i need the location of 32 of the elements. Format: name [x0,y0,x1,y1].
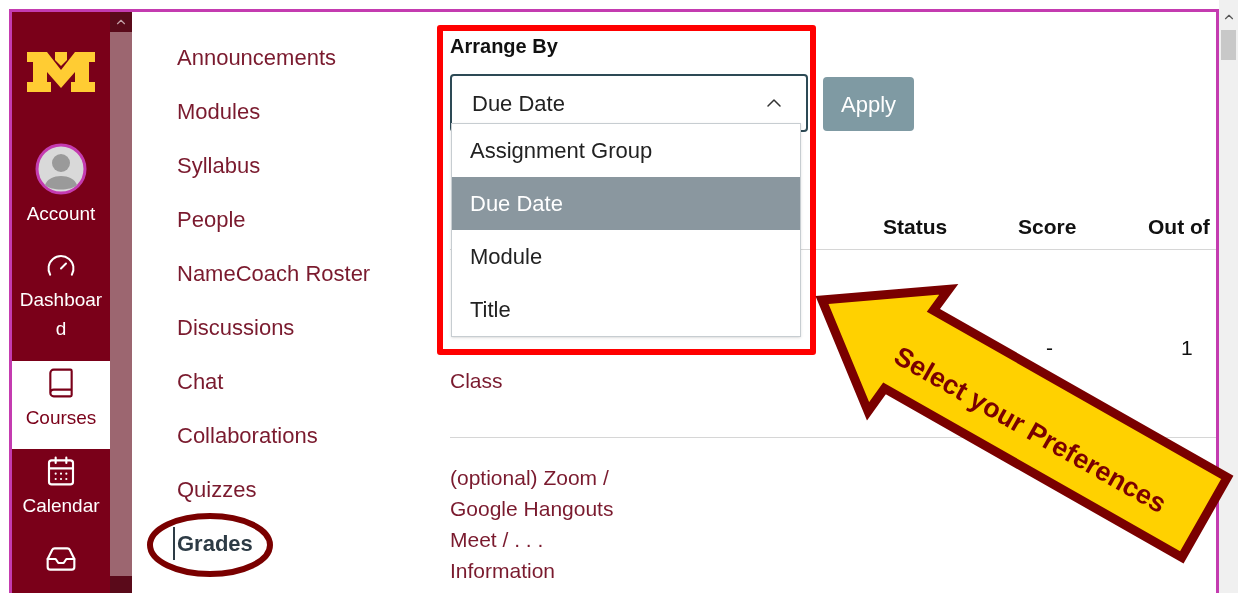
scroll-track-end [110,576,132,593]
dropdown-option[interactable]: Module [452,230,800,283]
global-nav-item[interactable]: Courses [12,360,110,449]
course-nav-link[interactable]: Collaborations [177,418,318,452]
course-nav-link[interactable]: Modules [177,94,261,128]
course-nav-link[interactable]: Chat [177,364,224,398]
column-header: Score [1018,213,1078,240]
global-nav-item[interactable]: Dashboard [12,244,110,361]
global-nav-item[interactable]: Account [12,137,110,245]
global-nav-item[interactable]: Calendar [12,448,110,538]
arrange-by-label: Arrange By [450,34,559,59]
course-nav-link[interactable]: Syllabus [177,148,261,182]
avatar-icon [35,143,87,196]
course-nav-link[interactable]: Announcements [177,40,336,74]
points-value: 1 [1181,336,1193,360]
assignment-link[interactable]: (optional) Zoom / Google Hangouts Meet / . . . Information [450,462,640,587]
dropdown-option[interactable]: Assignment Group [452,124,800,177]
calendar-icon [45,454,77,487]
course-nav-link[interactable]: Quizzes [177,472,257,506]
page-scrollbar[interactable] [1219,0,1238,593]
assignment-link[interactable]: Class [450,365,640,397]
nav-scrollbar[interactable] [110,12,132,593]
course-nav-link[interactable]: Discussions [177,310,295,344]
column-header: Out of [1148,213,1211,240]
score-value: - [1046,336,1053,360]
column-header: Status [883,213,949,240]
m-logo-icon [25,50,97,94]
scroll-thumb[interactable] [1221,30,1236,60]
course-nav-link[interactable]: NameCoach Roster [177,256,371,290]
course-nav-link[interactable]: People [177,202,246,236]
dropdown-option[interactable]: Title [452,283,800,336]
course-nav-link[interactable]: Grades [173,526,253,560]
